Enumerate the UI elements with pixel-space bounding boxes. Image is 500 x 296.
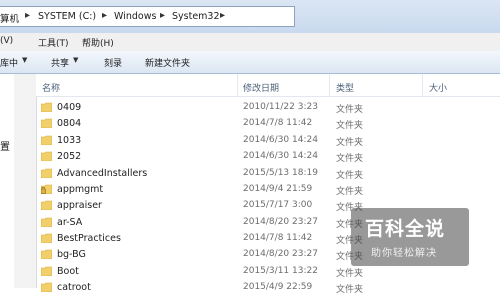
file-type: 文件夹 — [336, 187, 364, 197]
command-toolbar: 库中 ▼ 共享 ▼ 刻录 新建文件夹 — [0, 51, 500, 74]
file-name[interactable]: Boot — [57, 266, 79, 277]
file-row[interactable]: catroot 2015/4/9 22:59 文件夹 — [36, 280, 500, 296]
folder-icon — [41, 168, 52, 178]
burn-button[interactable]: 刻录 — [104, 56, 122, 69]
menu-tools[interactable]: 工具(T) — [38, 36, 69, 49]
share-button[interactable]: 共享 — [51, 56, 69, 69]
menu-view[interactable]: (V) — [0, 36, 13, 46]
file-type: 文件夹 — [336, 285, 364, 295]
breadcrumb[interactable]: 算机 ▸ SYSTEM (C:) ▸ Windows ▸ System32 ▸ — [0, 6, 295, 27]
watermark-logo: 百科全说 助你轻松解决 — [351, 208, 469, 266]
file-row[interactable]: Boot 2015/3/11 13:22 文件夹 — [36, 264, 500, 280]
folder-icon — [41, 233, 52, 243]
folder-icon — [41, 217, 52, 227]
file-date: 2015/7/17 3:00 — [243, 200, 313, 210]
nav-item-label[interactable]: 置 — [0, 138, 10, 153]
file-name[interactable]: AdvancedInstallers — [57, 168, 147, 179]
file-name[interactable]: ar-SA — [57, 217, 82, 228]
file-row[interactable]: 1033 2014/6/30 14:24 文件夹 — [36, 133, 500, 149]
breadcrumb-drive[interactable]: SYSTEM (C:) — [38, 11, 96, 22]
file-date: 2015/4/9 22:59 — [243, 282, 313, 292]
column-header-name[interactable]: 名称 — [42, 81, 60, 94]
file-name[interactable]: appmgmt — [57, 184, 103, 195]
folder-icon — [41, 282, 52, 292]
file-name[interactable]: 0804 — [57, 118, 81, 129]
column-divider[interactable] — [329, 74, 330, 96]
watermark-subtitle: 助你轻松解决 — [371, 248, 437, 259]
file-date: 2010/11/22 3:23 — [243, 102, 318, 112]
file-date: 2014/7/8 11:42 — [243, 118, 313, 128]
file-type: 文件夹 — [336, 269, 364, 279]
menu-bar: (V) 工具(T) 帮助(H) — [0, 33, 500, 52]
dropdown-arrow-icon[interactable]: ▼ — [73, 56, 78, 64]
breadcrumb-windows[interactable]: Windows — [114, 11, 156, 22]
file-name[interactable]: 2052 — [57, 151, 81, 162]
file-type: 文件夹 — [336, 105, 364, 115]
column-divider[interactable] — [237, 74, 238, 96]
file-date: 2014/8/20 23:27 — [243, 217, 318, 227]
chevron-right-icon[interactable]: ▸ — [220, 10, 225, 21]
column-headers: 名称 修改日期 类型 大小 — [36, 74, 500, 97]
file-type: 文件夹 — [336, 154, 364, 164]
file-name[interactable]: BestPractices — [57, 233, 121, 244]
file-date: 2015/5/13 18:19 — [243, 168, 318, 178]
file-date: 2014/6/30 14:24 — [243, 135, 318, 145]
folder-icon — [41, 249, 52, 259]
folder-icon — [41, 135, 52, 145]
file-date: 2014/9/4 21:59 — [243, 184, 313, 194]
column-header-date[interactable]: 修改日期 — [243, 81, 279, 94]
file-row[interactable]: AdvancedInstallers 2015/5/13 18:19 文件夹 — [36, 166, 500, 182]
address-bar: 算机 ▸ SYSTEM (C:) ▸ Windows ▸ System32 ▸ — [0, 0, 500, 33]
file-row[interactable]: 0804 2014/7/8 11:42 文件夹 — [36, 116, 500, 132]
file-type: 文件夹 — [336, 121, 364, 131]
file-row[interactable]: 0409 2010/11/22 3:23 文件夹 — [36, 100, 500, 116]
navigation-pane-scrollbar[interactable] — [14, 74, 37, 288]
file-date: 2014/8/20 23:27 — [243, 249, 318, 259]
breadcrumb-computer[interactable]: 算机 — [0, 11, 19, 25]
file-name[interactable]: 0409 — [57, 102, 81, 113]
include-in-library-button[interactable]: 库中 — [0, 56, 18, 69]
file-type: 文件夹 — [336, 138, 364, 148]
breadcrumb-system32[interactable]: System32 — [172, 11, 220, 22]
folder-icon — [41, 102, 52, 112]
chevron-right-icon[interactable]: ▸ — [102, 10, 107, 21]
locked-folder-icon — [41, 184, 52, 194]
file-date: 2014/7/8 11:42 — [243, 233, 313, 243]
file-date: 2015/3/11 13:22 — [243, 266, 318, 276]
folder-icon — [41, 266, 52, 276]
column-divider[interactable] — [422, 74, 423, 96]
file-row[interactable]: appmgmt 2014/9/4 21:59 文件夹 — [36, 182, 500, 198]
file-date: 2014/6/30 14:24 — [243, 151, 318, 161]
new-folder-button[interactable]: 新建文件夹 — [145, 56, 190, 69]
column-header-size[interactable]: 大小 — [429, 81, 447, 94]
menu-help[interactable]: 帮助(H) — [82, 36, 114, 49]
chevron-right-icon[interactable]: ▸ — [25, 10, 30, 21]
file-name[interactable]: bg-BG — [57, 249, 86, 260]
file-row[interactable]: 2052 2014/6/30 14:24 文件夹 — [36, 149, 500, 165]
watermark-title: 百科全说 — [365, 218, 446, 240]
file-name[interactable]: 1033 — [57, 135, 81, 146]
folder-icon — [41, 118, 52, 128]
dropdown-arrow-icon[interactable]: ▼ — [22, 56, 27, 64]
chevron-right-icon[interactable]: ▸ — [160, 10, 165, 21]
folder-icon — [41, 200, 52, 210]
column-header-type[interactable]: 类型 — [336, 81, 354, 94]
file-name[interactable]: appraiser — [57, 200, 102, 211]
navigation-pane[interactable]: 置 — [0, 74, 15, 288]
folder-icon — [41, 151, 52, 161]
file-type: 文件夹 — [336, 171, 364, 181]
